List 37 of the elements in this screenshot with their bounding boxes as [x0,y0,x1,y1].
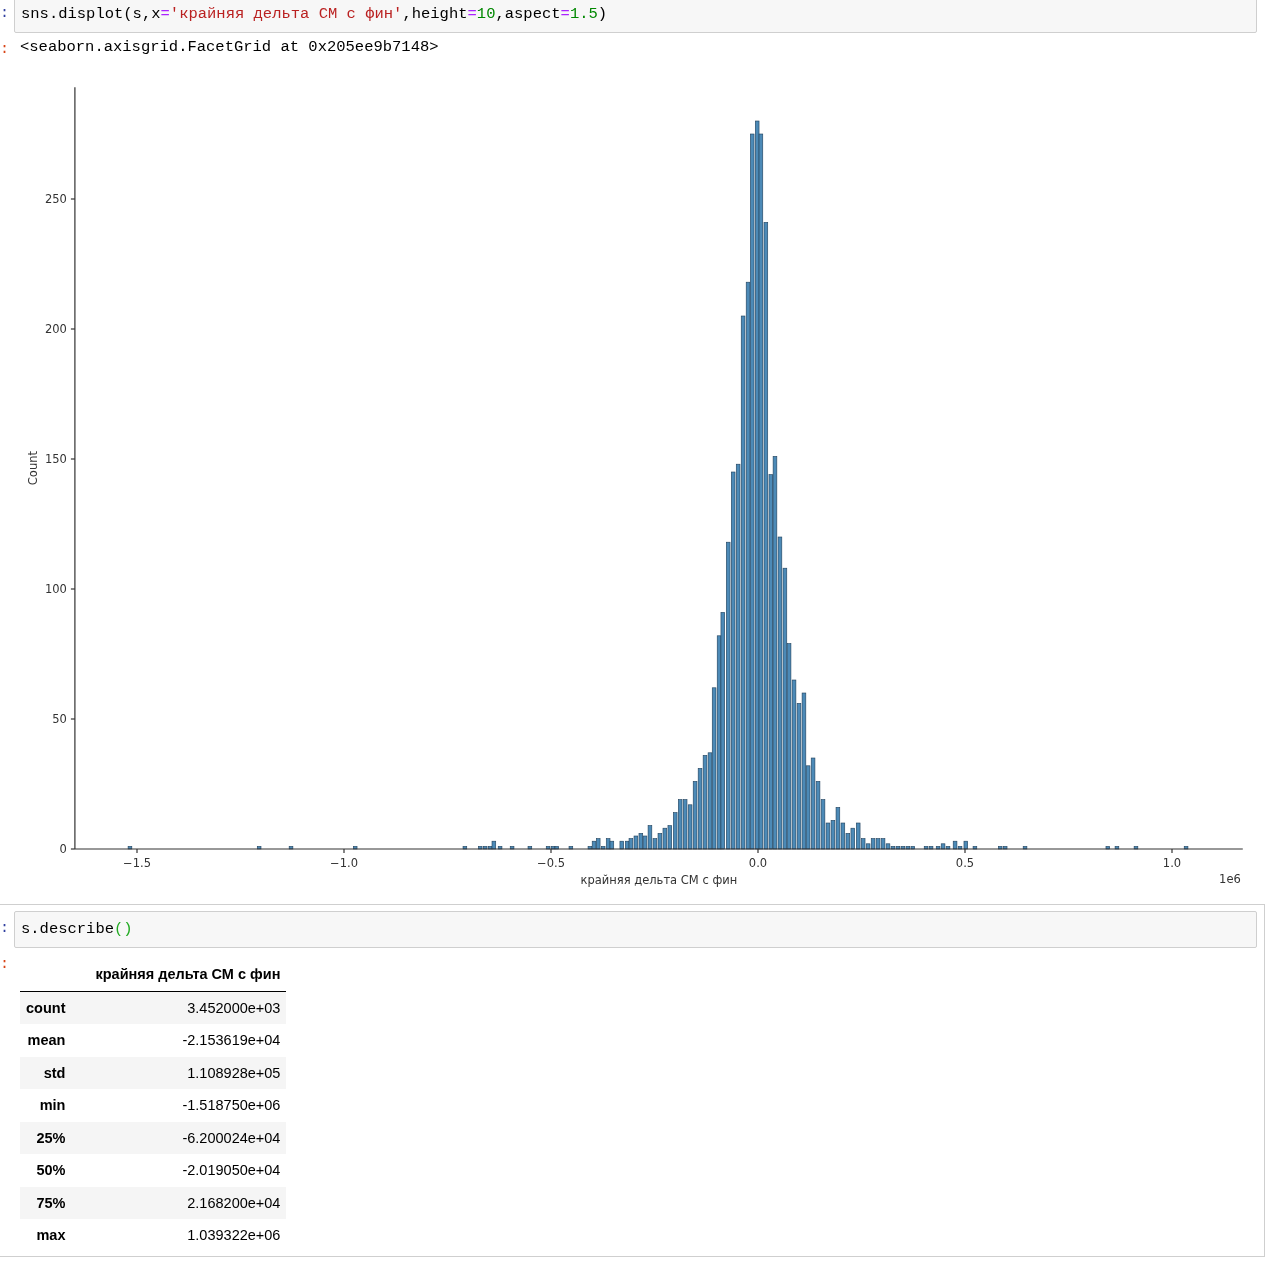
row-label: std [20,1056,72,1089]
row-label: min [20,1089,72,1122]
tick-label: 50 [52,712,67,726]
tick-label: 200 [44,322,67,336]
table-cell: -6.200024e+04 [71,1121,287,1154]
tick-label: 100 [44,582,67,596]
output-prompt: : [0,955,10,973]
table-cell: 1.039322e+06 [71,1219,287,1252]
tick-label: 0 [59,842,67,856]
row-label: mean [20,1024,72,1057]
row-label: 25% [20,1121,72,1154]
input-prompt: : [0,919,10,937]
output-prompt: : [0,40,10,58]
axis-offset-label: 1e6 [1219,872,1241,886]
axis-title: Count [26,451,40,486]
tick-label: 0.0 [748,856,768,870]
tick-label: −0.5 [537,856,565,870]
column-header: крайняя дельта СМ с фин [71,958,287,991]
row-label: 50% [20,1154,72,1187]
output-text: <seaborn.axisgrid.FacetGrid at 0x205ee9b7148> [20,37,440,57]
tick-label: 250 [44,192,67,206]
table-cell: -2.019050e+04 [71,1154,287,1187]
tick-label: 1.0 [1162,856,1182,870]
table-cell: -2.153619e+04 [71,1024,287,1057]
row-label: max [20,1219,72,1252]
table-cell: 3.452000e+03 [71,991,287,1024]
table-cell: 1.108928e+05 [71,1056,287,1089]
tick-label: −1.5 [123,856,151,870]
row-label: count [20,991,72,1024]
axis-title: крайняя дельта СМ с фин [580,873,738,887]
table-cell: -1.518750e+06 [71,1089,287,1122]
table-cell: 2.168200e+04 [71,1186,287,1219]
tick-label: −1.0 [330,856,358,870]
row-label: 75% [20,1186,72,1219]
input-prompt: : [0,4,10,22]
tick-label: 0.5 [955,856,975,870]
tick-label: 150 [44,452,67,466]
